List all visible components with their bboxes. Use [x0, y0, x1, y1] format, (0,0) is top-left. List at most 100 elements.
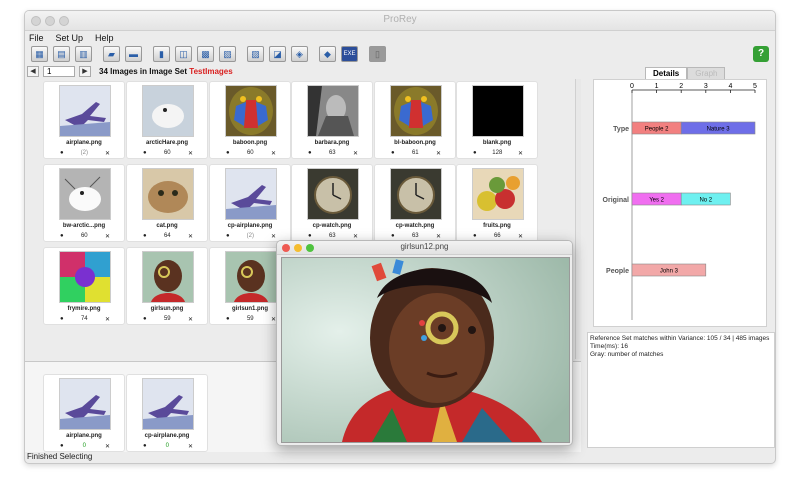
- chart-svg: 0 1 2 3 4 5 Type People 2 Nature 3 Original Yes 2 N…: [603, 83, 757, 320]
- select-dot-icon[interactable]: ●: [60, 150, 64, 158]
- image-thumbnail[interactable]: [142, 85, 194, 137]
- title-bar: ProRey: [25, 11, 775, 31]
- image-thumbnail[interactable]: [142, 378, 194, 430]
- match-info-panel: Reference Set matches within Variance: 1…: [587, 332, 775, 448]
- category-label: People: [606, 268, 629, 275]
- image-thumbnail[interactable]: [142, 251, 194, 303]
- image-card[interactable]: barbara.png ● 63 ✕: [291, 81, 373, 159]
- folder-icon[interactable]: ▰: [103, 46, 120, 62]
- select-dot-icon[interactable]: ●: [143, 443, 147, 451]
- info-line: Reference Set matches within Variance: 1…: [590, 335, 770, 342]
- image-filename: cp-airplane.png: [144, 433, 190, 439]
- grid-view-icon[interactable]: ▦: [31, 46, 48, 62]
- match-count: 60: [80, 233, 88, 239]
- select-dot-icon[interactable]: ●: [60, 316, 64, 324]
- remove-icon[interactable]: ✕: [105, 150, 110, 158]
- select-dot-icon[interactable]: ●: [226, 316, 230, 324]
- page-number-field[interactable]: 1: [43, 66, 75, 77]
- transfer-icon[interactable]: ▩: [197, 46, 214, 62]
- select-dot-icon[interactable]: ●: [308, 150, 312, 158]
- match-count: 128: [492, 150, 503, 156]
- image-card[interactable]: airplane.png ● 0 ✕: [43, 374, 125, 452]
- remove-icon[interactable]: ✕: [105, 316, 110, 324]
- image-thumbnail[interactable]: [142, 168, 194, 220]
- image-thumbnail[interactable]: [225, 168, 277, 220]
- details-panel: Details Graph 0 1 2 3 4 5 Type People 2 Nature 3…: [587, 65, 775, 448]
- remove-icon[interactable]: ✕: [518, 150, 523, 158]
- menu-file[interactable]: File: [29, 33, 44, 43]
- image-card[interactable]: bl-baboon.png ● 61 ✕: [374, 81, 456, 159]
- image-thumbnail[interactable]: [59, 168, 111, 220]
- remove-icon[interactable]: ✕: [188, 443, 193, 451]
- print-icon[interactable]: ▥: [75, 46, 92, 62]
- image-thumbnail[interactable]: [225, 85, 277, 137]
- menu-set-up[interactable]: Set Up: [56, 33, 84, 43]
- image-filename: blank.png: [482, 140, 512, 146]
- remove-icon[interactable]: ✕: [188, 150, 193, 158]
- x-tick-label: 2: [679, 83, 683, 90]
- previous-page-button[interactable]: ◀: [27, 66, 39, 77]
- copy-icon[interactable]: ▧: [219, 46, 236, 62]
- image-thumbnail[interactable]: [472, 168, 524, 220]
- select-dot-icon[interactable]: ●: [143, 316, 147, 324]
- stop-icon[interactable]: ▯: [369, 46, 386, 62]
- image-thumbnail[interactable]: [390, 85, 442, 137]
- select-dot-icon[interactable]: ●: [391, 150, 395, 158]
- image-thumbnail[interactable]: [59, 85, 111, 137]
- menu-help[interactable]: Help: [95, 33, 114, 43]
- image-card[interactable]: cp-airplane.png ● 0 ✕: [126, 374, 208, 452]
- image-thumbnail[interactable]: [59, 251, 111, 303]
- image-thumbnail[interactable]: [390, 168, 442, 220]
- tag-check-icon[interactable]: ◆: [319, 46, 336, 62]
- image-card[interactable]: airplane.png ● (2) ✕: [43, 81, 125, 159]
- image-card[interactable]: cp-watch.png ● 63 ✕: [374, 164, 456, 242]
- film-icon[interactable]: ▨: [247, 46, 264, 62]
- image-card[interactable]: girlsun.png ● 59 ✕: [126, 247, 208, 325]
- image-card[interactable]: baboon.png ● 60 ✕: [209, 81, 291, 159]
- select-dot-icon[interactable]: ●: [143, 150, 147, 158]
- match-count: 0: [165, 443, 169, 449]
- select-dot-icon[interactable]: ●: [60, 233, 64, 241]
- image-card[interactable]: cp-watch.png ● 63 ✕: [291, 164, 373, 242]
- open-set-icon[interactable]: ▤: [53, 46, 70, 62]
- remove-icon[interactable]: ✕: [271, 233, 276, 241]
- image-card[interactable]: blank.png ● 128 ✕: [456, 81, 538, 159]
- remove-icon[interactable]: ✕: [105, 443, 110, 451]
- image-thumbnail[interactable]: [307, 85, 359, 137]
- select-dot-icon[interactable]: ●: [226, 233, 230, 241]
- exe-icon[interactable]: EXE: [341, 46, 358, 62]
- image-thumbnail[interactable]: [59, 378, 111, 430]
- image-grid-scrollbar[interactable]: [575, 79, 581, 359]
- move-icon[interactable]: ◪: [269, 46, 286, 62]
- app-title: ProRey: [383, 14, 417, 25]
- next-page-button[interactable]: ▶: [79, 66, 91, 77]
- select-dot-icon[interactable]: ●: [226, 150, 230, 158]
- x-tick-label: 5: [753, 83, 757, 90]
- remove-icon[interactable]: ✕: [188, 233, 193, 241]
- select-dot-icon[interactable]: ●: [143, 233, 147, 241]
- match-count: 61: [411, 150, 419, 156]
- help-icon[interactable]: ?: [753, 46, 769, 62]
- match-count: 63: [328, 150, 336, 156]
- image-card[interactable]: bw-arctic...png ● 60 ✕: [43, 164, 125, 242]
- image-thumbnail[interactable]: [225, 251, 277, 303]
- image-filename: cp-watch.png: [395, 223, 435, 229]
- image-card[interactable]: fruits.png ● 66 ✕: [456, 164, 538, 242]
- select-dot-icon[interactable]: ●: [473, 150, 477, 158]
- image-card[interactable]: cp-airplane.png ● (2) ✕: [209, 164, 291, 242]
- save-icon[interactable]: ▬: [125, 46, 142, 62]
- remove-icon[interactable]: ✕: [271, 150, 276, 158]
- bar-chart-icon[interactable]: ▮: [153, 46, 170, 62]
- image-thumbnail[interactable]: [307, 168, 359, 220]
- select-dot-icon[interactable]: ●: [60, 443, 64, 451]
- image-card[interactable]: cat.png ● 64 ✕: [126, 164, 208, 242]
- image-card[interactable]: arcticHare.png ● 60 ✕: [126, 81, 208, 159]
- image-thumbnail[interactable]: [472, 85, 524, 137]
- remove-icon[interactable]: ✕: [188, 316, 193, 324]
- tag-icon[interactable]: ◈: [291, 46, 308, 62]
- remove-icon[interactable]: ✕: [436, 150, 441, 158]
- image-card[interactable]: frymire.png ● 74 ✕: [43, 247, 125, 325]
- remove-icon[interactable]: ✕: [105, 233, 110, 241]
- remove-icon[interactable]: ✕: [353, 150, 358, 158]
- cluster-icon[interactable]: ◫: [175, 46, 192, 62]
